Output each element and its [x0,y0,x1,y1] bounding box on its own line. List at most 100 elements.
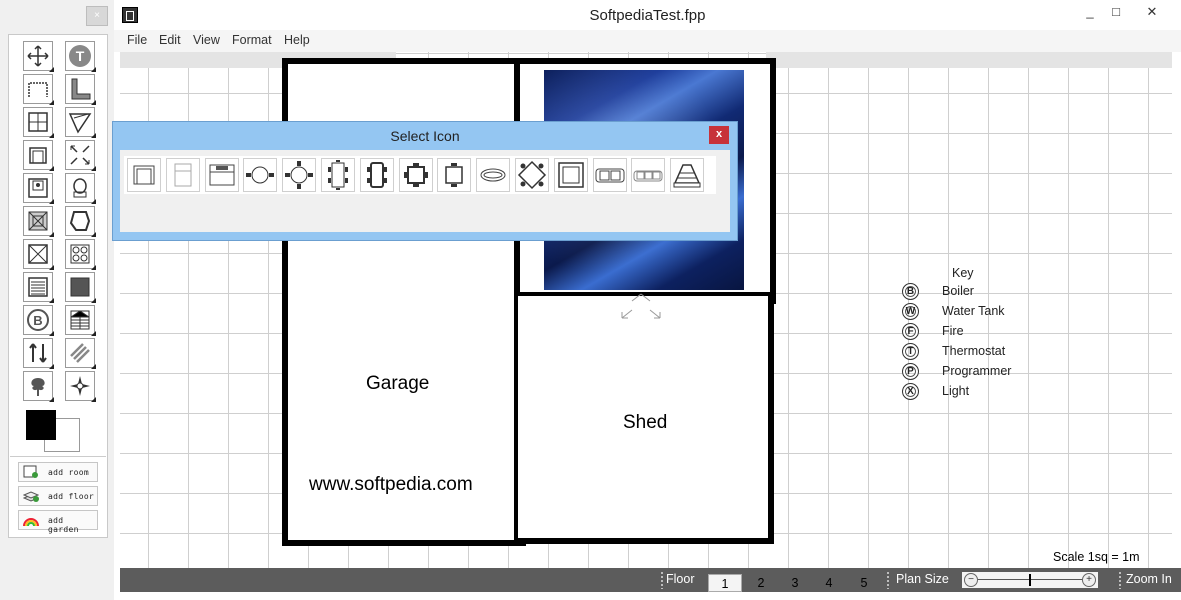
floor-tab-3[interactable]: 3 [778,574,812,592]
bath-tool-button[interactable] [65,206,96,237]
round-table-4-option[interactable] [282,158,317,192]
compass-tool-icon [70,376,90,396]
sofa-3-option[interactable] [631,158,666,192]
stair-tool-icon [68,113,92,134]
window-tool-button[interactable] [23,107,54,138]
floor-tab-4[interactable]: 4 [812,574,846,592]
key-title: Key [952,266,974,280]
filled-square-tool-icon [70,277,90,297]
stove-tool-icon [28,178,48,198]
crossed-box-tool-button[interactable] [23,239,54,270]
toilet-tool-icon [73,178,87,198]
armchair-icon [133,165,155,185]
sofa-2-option[interactable] [592,158,627,192]
square-rug-option[interactable] [553,158,588,192]
lamp-option[interactable] [670,158,705,192]
lamp-icon [673,164,701,188]
rect-table-6-icon [328,160,348,190]
room-icon [23,465,38,478]
svg-text:B: B [33,313,42,328]
menu-help[interactable]: Help [284,33,310,47]
key-legend[interactable]: Key B Boiler W Water Tank F Fire T Thermosta… [902,266,1042,406]
grip-handle[interactable] [1118,571,1122,589]
sink-option[interactable] [476,158,511,192]
color-picker[interactable] [10,404,106,456]
menu-file[interactable]: File [127,33,147,47]
minimize-button[interactable]: _ [1078,2,1102,24]
stove-tool-button[interactable] [23,173,54,204]
sofa-2-icon [595,168,625,183]
add-floor-button[interactable]: add floor [18,486,98,506]
menu-format[interactable]: Format [232,33,272,47]
add-room-button[interactable]: add room [18,462,98,482]
door-tool-icon [28,82,48,97]
slider-thumb[interactable] [1029,574,1031,586]
add-garden-button[interactable]: add garden [18,510,98,534]
text-tool-icon: T [69,45,91,67]
maximize-button[interactable]: □ [1104,2,1128,24]
rect-table-8-option[interactable] [359,158,394,192]
fridge-option[interactable] [165,158,200,192]
text-tool-button[interactable]: T [65,41,96,72]
floor-tab-1[interactable]: 1 [708,574,742,592]
plan-size-label: Plan Size [896,572,949,586]
toilet-tool-button[interactable] [65,173,96,204]
zoom-in-icon[interactable]: + [1082,573,1096,587]
armchair-tool-button[interactable] [23,140,54,171]
menu-bar: File Edit View Format Help [114,30,1181,52]
radiator-tool-button[interactable] [23,272,54,303]
resize-handle-icon[interactable] [620,292,662,320]
title-bar: SoftpediaTest.fpp _ □ ✕ [114,0,1181,30]
compass-tool-button[interactable] [65,371,96,402]
arrows-tool-button[interactable] [23,338,54,369]
dialog-title: Select Icon [390,128,460,144]
diamond-table-option[interactable] [515,158,549,192]
square-rug-icon [558,162,584,188]
tool-palette-close-button[interactable]: × [86,6,108,26]
water-tank-key-icon: W [902,303,919,320]
boiler-key-icon: B [902,283,919,300]
grip-handle[interactable] [660,571,664,589]
floor-tab-5[interactable]: 5 [847,574,881,592]
door-tool-button[interactable] [23,74,54,105]
bed-icon [209,164,235,186]
stair-tool-button[interactable] [65,107,96,138]
grip-handle[interactable] [886,571,890,589]
zoom-slider[interactable]: − + [962,572,1098,588]
hob-tool-button[interactable] [65,239,96,270]
floor-tab-2[interactable]: 2 [744,574,778,592]
square-table-4-option[interactable] [398,158,433,192]
bed-option[interactable] [204,158,239,192]
hatch-tool-button[interactable] [65,338,96,369]
armchair-tool-icon [29,147,47,164]
foreground-color-swatch[interactable] [26,410,56,440]
fridge-icon [174,163,192,187]
menu-edit[interactable]: Edit [159,33,181,47]
rect-table-8-icon [366,162,387,188]
tree-tool-button[interactable] [23,371,54,402]
armchair-option[interactable] [127,158,161,192]
divider [10,456,106,457]
move-tool-button[interactable] [23,41,54,72]
round-table-2-option[interactable] [243,158,278,192]
wall-corner-tool-button[interactable] [65,74,96,105]
rect-table-6-option[interactable] [321,158,355,192]
filled-square-tool-button[interactable] [65,272,96,303]
menu-view[interactable]: View [193,33,220,47]
staircase-tool-button[interactable] [65,305,96,336]
resize-tool-icon [70,145,90,165]
sofa-3-icon [633,170,663,182]
add-floor-label: add floor [48,492,95,501]
zoom-label: Zoom In [1126,572,1172,586]
dialog-close-button[interactable]: x [709,126,729,144]
dialog-body [120,150,730,232]
key-label: Programmer [942,364,1012,378]
cross-panel-tool-button[interactable] [23,206,54,237]
close-button[interactable]: ✕ [1130,2,1174,24]
square-table-2-option[interactable] [437,158,472,192]
zoom-out-icon[interactable]: − [964,573,978,587]
boiler-key-tool-button[interactable]: B [23,305,54,336]
resize-tool-button[interactable] [65,140,96,171]
light-key-icon: X [902,383,919,400]
square-table-4-icon [403,163,428,187]
